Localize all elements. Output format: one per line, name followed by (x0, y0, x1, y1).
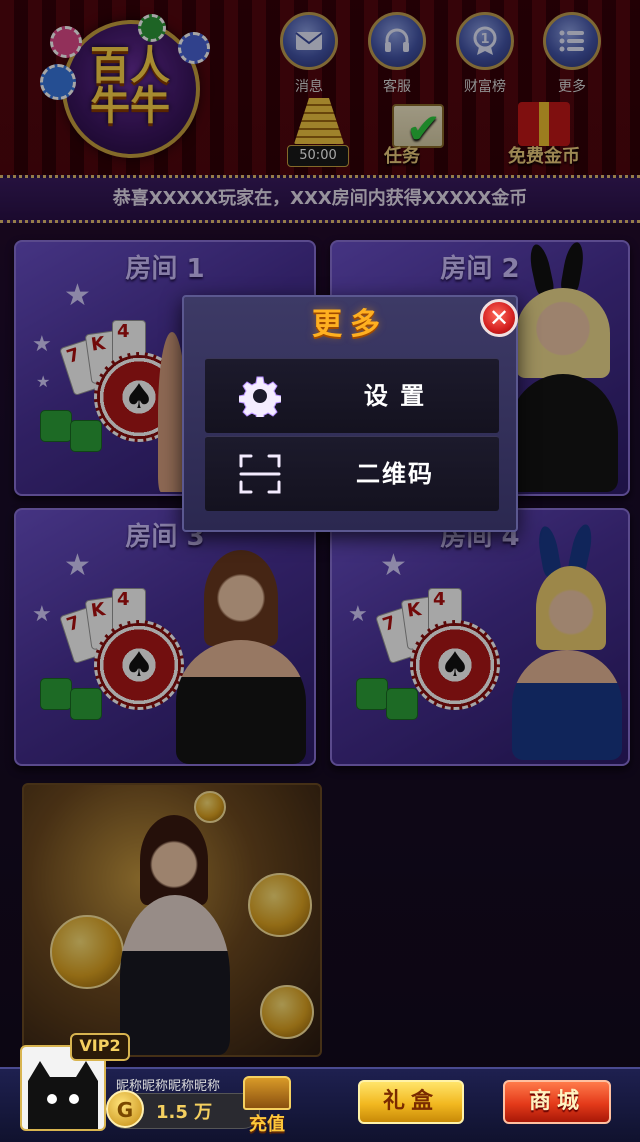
gift-box-button[interactable]: 礼盒 (358, 1080, 464, 1124)
dialog-title: 更多 (312, 307, 388, 342)
gear-icon (239, 375, 281, 417)
gift-box-label: 礼盒 (382, 1089, 439, 1114)
qr-scan-icon (239, 453, 281, 495)
coin-balance: 1.5 万 (156, 1102, 213, 1123)
shop-button[interactable]: 商城 (503, 1080, 611, 1124)
menu-item-settings[interactable]: 设 置 (205, 358, 499, 433)
recharge-button[interactable]: 充值 (240, 1076, 294, 1135)
modal-backdrop[interactable] (0, 0, 640, 1140)
recharge-label: 充值 (249, 1114, 285, 1135)
shop-label: 商城 (528, 1089, 585, 1114)
close-button[interactable]: ✕ (480, 299, 518, 337)
coin-icon: G (106, 1090, 144, 1128)
close-icon: ✕ (488, 304, 510, 332)
menu-item-qrcode-label: 二维码 (356, 460, 434, 488)
menu-item-settings-label: 设 置 (363, 382, 427, 410)
vip-badge: VIP2 (70, 1033, 130, 1061)
menu-item-qrcode[interactable]: 二维码 (205, 436, 499, 511)
treasure-chest-icon (243, 1076, 291, 1110)
more-dialog: 更多 ✕ 设 置 二维码 (182, 295, 518, 532)
